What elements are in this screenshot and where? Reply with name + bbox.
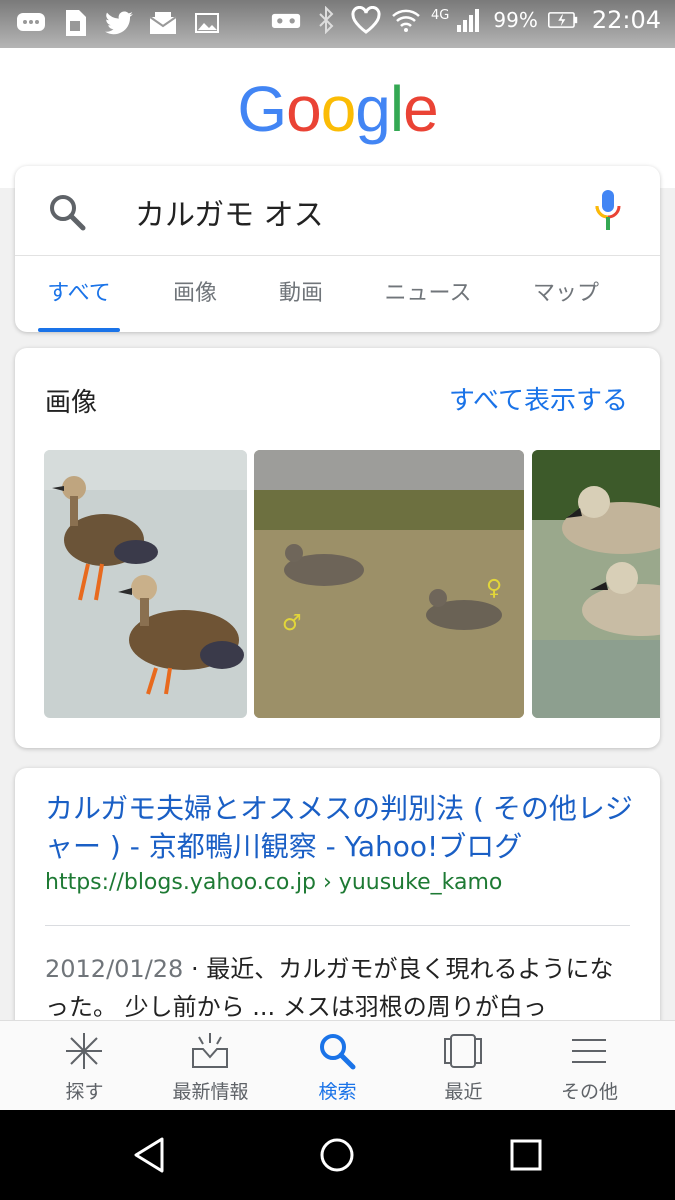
search-result: カルガモ夫婦とオスメスの判別法 ( その他レジャー ) - 京都鴨川観察 - Y… bbox=[15, 768, 660, 1020]
active-tab-indicator bbox=[38, 328, 120, 332]
image-thumbnail[interactable] bbox=[532, 450, 660, 718]
explore-icon bbox=[64, 1031, 104, 1071]
logo-letter: e bbox=[403, 73, 439, 145]
view-all-images-link[interactable]: すべて表示する bbox=[449, 380, 628, 417]
nav-updates[interactable]: 最新情報 bbox=[143, 1021, 278, 1111]
nav-label: その他 bbox=[560, 1081, 618, 1103]
nav-label: 最新情報 bbox=[172, 1081, 249, 1103]
images-card: 画像 すべて表示する ♂ ♀ bbox=[15, 348, 660, 748]
nav-explore[interactable]: 探す bbox=[17, 1021, 152, 1111]
recent-apps-icon[interactable] bbox=[506, 1135, 546, 1175]
vr-icon bbox=[271, 6, 301, 34]
battery-percent: 99% bbox=[493, 8, 538, 32]
logo-letter: o bbox=[286, 73, 322, 145]
tab-news[interactable]: ニュース bbox=[375, 256, 481, 332]
image-thumbnail[interactable]: ♂ ♀ bbox=[254, 450, 524, 718]
menu-icon bbox=[569, 1031, 609, 1071]
result-url[interactable]: https://blogs.yahoo.co.jp › yuusuke_kamo bbox=[45, 870, 502, 895]
result-date: 2012/01/28 bbox=[45, 955, 184, 983]
updates-icon bbox=[190, 1031, 230, 1071]
svg-text:♂: ♂ bbox=[282, 611, 302, 636]
search-bar bbox=[15, 166, 660, 256]
tab-all[interactable]: すべて bbox=[38, 256, 120, 332]
logo-letter: g bbox=[355, 73, 391, 145]
image-thumbnail[interactable] bbox=[44, 450, 247, 718]
signal-icon bbox=[453, 6, 483, 34]
mail-icon bbox=[148, 9, 178, 37]
tab-videos[interactable]: 動画 bbox=[265, 256, 337, 332]
nav-label: 探す bbox=[65, 1081, 104, 1103]
logo-letter: G bbox=[237, 73, 287, 145]
microphone-icon[interactable] bbox=[593, 188, 623, 232]
back-icon[interactable] bbox=[130, 1135, 170, 1175]
search-input[interactable] bbox=[135, 192, 575, 232]
sim-icon bbox=[60, 9, 90, 37]
search-tabs: すべて 画像 動画 ニュース マップ bbox=[15, 256, 660, 332]
result-title-link[interactable]: カルガモ夫婦とオスメスの判別法 ( その他レジャー ) - 京都鴨川観察 - Y… bbox=[45, 790, 635, 866]
nav-label: 検索 bbox=[318, 1081, 357, 1103]
logo-letter: o bbox=[320, 73, 357, 145]
home-icon[interactable] bbox=[317, 1135, 357, 1175]
search-icon[interactable] bbox=[47, 192, 87, 232]
search-box-card: すべて 画像 動画 ニュース マップ bbox=[15, 166, 660, 332]
tab-images[interactable]: 画像 bbox=[159, 256, 231, 332]
recent-icon bbox=[443, 1031, 483, 1071]
result-snippet: 2012/01/28 · 最近、カルガモが良く現れるようになった。 少し前から … bbox=[45, 950, 635, 1020]
search-results-page: Google すべて 画像 動画 ニュース マップ 画像 すべて表示する bbox=[0, 48, 675, 1020]
battery-icon bbox=[547, 6, 578, 34]
nav-more[interactable]: その他 bbox=[522, 1021, 657, 1111]
bottom-navigation: 探す 最新情報 検索 最近 その他 bbox=[0, 1020, 675, 1110]
network-type: 4G bbox=[431, 7, 450, 23]
system-navigation-bar bbox=[0, 1110, 675, 1200]
message-icon bbox=[16, 9, 46, 37]
logo-letter: l bbox=[389, 73, 404, 145]
status-bar: 4G 99% 22:04 bbox=[0, 0, 675, 48]
search-icon bbox=[317, 1031, 357, 1071]
clock: 22:04 bbox=[591, 6, 661, 34]
nav-recent[interactable]: 最近 bbox=[396, 1021, 531, 1111]
heart-icon bbox=[351, 6, 381, 34]
bluetooth-icon bbox=[311, 6, 341, 34]
nav-label: 最近 bbox=[444, 1081, 483, 1103]
result-divider bbox=[45, 925, 630, 926]
google-logo[interactable]: Google bbox=[0, 72, 675, 146]
nav-search[interactable]: 検索 bbox=[270, 1021, 405, 1111]
wifi-icon bbox=[391, 6, 421, 34]
tab-maps[interactable]: マップ bbox=[525, 256, 607, 332]
svg-text:♀: ♀ bbox=[486, 576, 502, 601]
twitter-icon bbox=[104, 9, 134, 37]
images-heading: 画像 bbox=[45, 388, 98, 418]
image-icon bbox=[192, 9, 222, 37]
